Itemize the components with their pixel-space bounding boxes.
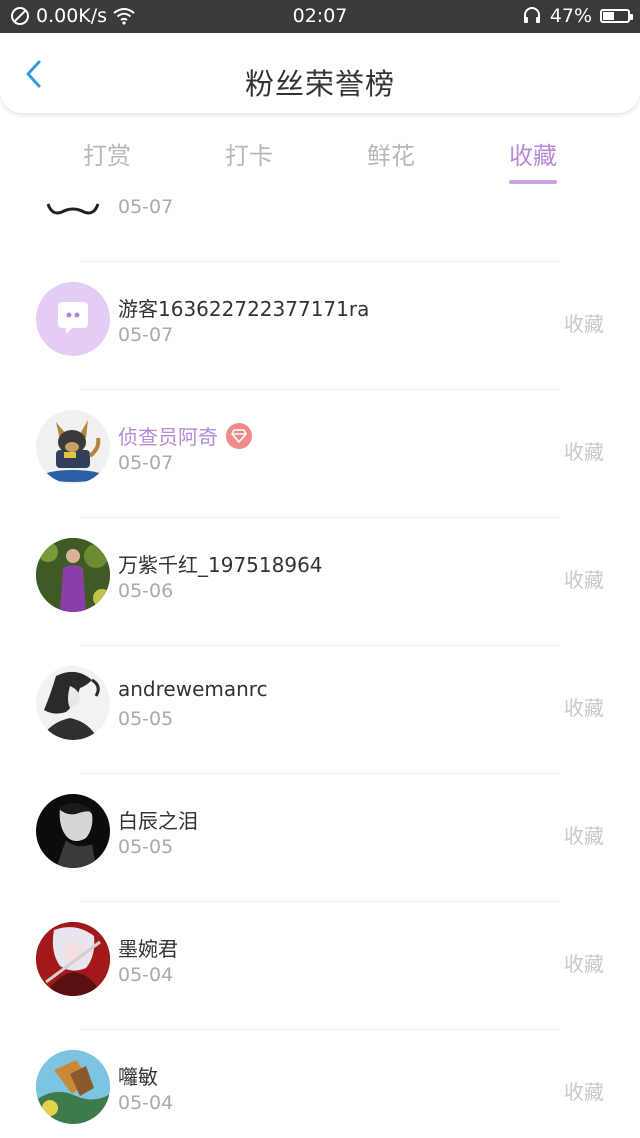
- dark-portrait-avatar: [36, 794, 110, 868]
- list-item[interactable]: andrewemanrc 05-05 收藏: [0, 646, 640, 774]
- list-item-date: 05-05: [118, 708, 174, 730]
- list-item-name: andrewemanrc: [118, 677, 268, 701]
- chat-bubble-avatar: [36, 282, 110, 356]
- favorite-label: 收藏: [564, 696, 604, 720]
- list-item-name: 万紫千红_197518964: [118, 553, 323, 577]
- headset-icon: [523, 7, 540, 23]
- favorite-label: 收藏: [564, 1080, 604, 1104]
- favorite-label: 收藏: [564, 440, 604, 464]
- list-item-name: 墨婉君: [118, 937, 178, 961]
- fan-list: 05-07 游客163622722377171ra 05-07 收藏 侦查员阿奇…: [0, 190, 640, 1138]
- tab-favorites[interactable]: 收藏: [509, 136, 557, 184]
- list-item[interactable]: 白辰之泪 05-05 收藏: [0, 774, 640, 902]
- list-item[interactable]: 游客163622722377171ra 05-07 收藏: [0, 262, 640, 390]
- chat-bubble-icon: [58, 302, 88, 334]
- status-right: 47%: [522, 5, 633, 27]
- diamond-icon: [231, 429, 247, 443]
- list-item-date: 05-04: [118, 964, 174, 986]
- photo-avatar: [36, 538, 110, 612]
- tab-flowers[interactable]: 鲜花: [367, 136, 415, 171]
- favorite-label: 收藏: [564, 568, 604, 592]
- dog-avatar: [36, 410, 110, 484]
- list-item-date: 05-07: [118, 452, 174, 474]
- list-item[interactable]: 05-07: [0, 190, 640, 218]
- list-item-name-row: 侦查员阿奇: [118, 421, 252, 450]
- avatar: [46, 203, 100, 215]
- tab-label: 打赏: [83, 142, 131, 170]
- sketch-avatar: [36, 666, 110, 740]
- list-item-date: 05-07: [118, 324, 174, 346]
- tab-label: 鲜花: [367, 142, 415, 170]
- favorite-label: 收藏: [564, 824, 604, 848]
- page-title: 粉丝荣誉榜: [244, 67, 395, 101]
- tab-label: 打卡: [225, 142, 273, 170]
- list-item[interactable]: 囖敏 05-04 收藏: [0, 1030, 640, 1138]
- favorite-label: 收藏: [564, 952, 604, 976]
- game-avatar: [36, 1050, 110, 1124]
- battery-fill: [603, 12, 614, 20]
- list-item[interactable]: 墨婉君 05-04 收藏: [0, 902, 640, 1030]
- tab-label: 收藏: [509, 142, 557, 170]
- battery-percent: 47%: [549, 5, 592, 27]
- battery-icon: [600, 9, 633, 23]
- list-item-date: 05-06: [118, 580, 174, 602]
- list-item[interactable]: 万紫千红_197518964 05-06 收藏: [0, 518, 640, 646]
- list-item-name: 囖敏: [118, 1065, 158, 1089]
- app-header: 粉丝荣誉榜: [0, 33, 640, 113]
- active-tab-indicator: [509, 180, 557, 184]
- list-item-date: 05-07: [118, 196, 174, 218]
- dark-portrait-icon: [56, 802, 96, 868]
- game-scene-icon: [36, 1050, 110, 1124]
- status-bar: 0.00K/s 02:07 47%: [0, 0, 640, 33]
- anime-avatar: [36, 922, 110, 996]
- list-item-name: 游客163622722377171ra: [118, 297, 370, 321]
- tab-reward[interactable]: 打赏: [83, 136, 131, 171]
- tab-bar: 打赏 打卡 鲜花 收藏: [0, 132, 640, 192]
- list-item-date: 05-04: [118, 1092, 174, 1114]
- dog-figure-icon: [43, 420, 103, 482]
- list-item-date: 05-05: [118, 836, 174, 858]
- list-item-name: 白辰之泪: [118, 809, 198, 833]
- tab-checkin[interactable]: 打卡: [225, 136, 273, 171]
- sketch-portrait-icon: [40, 671, 100, 740]
- favorite-label: 收藏: [564, 312, 604, 336]
- person-photo-icon: [36, 538, 110, 612]
- vip-badge: [226, 423, 252, 449]
- list-item-name: 侦查员阿奇: [118, 425, 218, 449]
- anime-character-icon: [36, 922, 110, 996]
- list-item[interactable]: 侦查员阿奇 05-07 收藏: [0, 390, 640, 518]
